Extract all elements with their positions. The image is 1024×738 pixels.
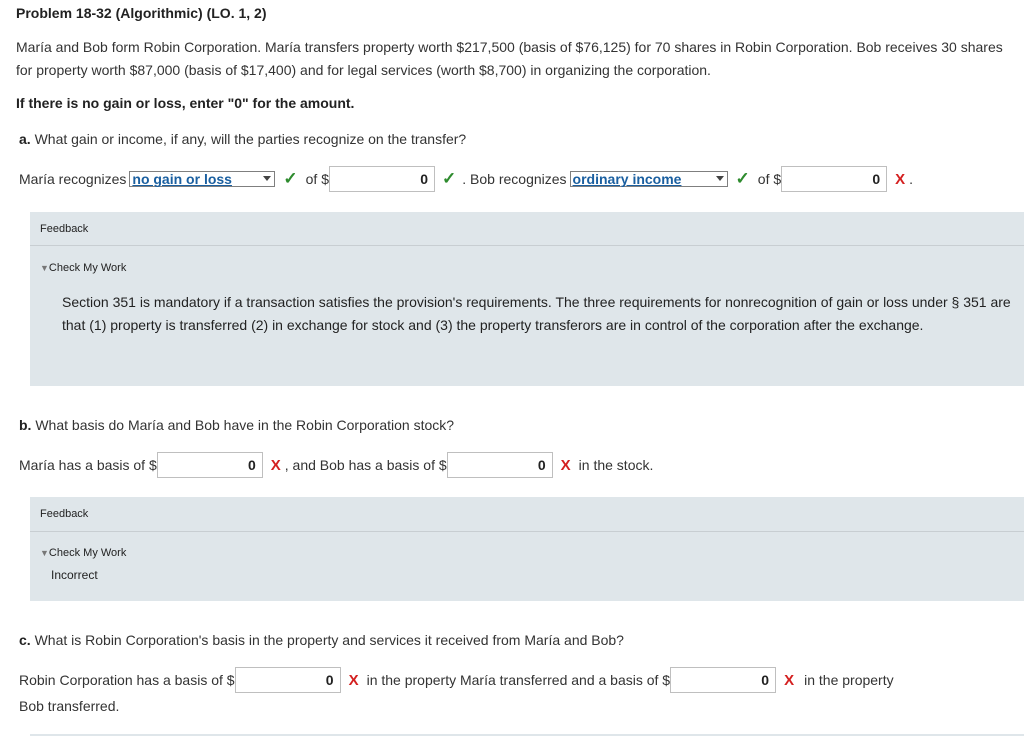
bob-transferred-text: Bob transferred. — [19, 698, 120, 714]
question-c: c. What is Robin Corporation's basis in … — [19, 632, 624, 648]
bob-basis-input[interactable]: 0 — [446, 452, 553, 478]
feedback-text: Section 351 is mandatory if a transactio… — [62, 294, 1011, 333]
question-a-text: What gain or income, if any, will the pa… — [34, 131, 467, 147]
answer-row-b: María has a basis of $ 0 X , and Bob has… — [19, 452, 653, 478]
triangle-down-icon: ▼ — [40, 263, 49, 273]
maria-property-basis-input[interactable]: 0 — [234, 667, 341, 693]
question-b-letter: b. — [19, 417, 32, 433]
problem-intro: María and Bob form Robin Corporation. Ma… — [16, 39, 1003, 78]
incorrect-status: Incorrect — [51, 568, 98, 582]
question-c-letter: c. — [19, 632, 31, 648]
question-a: a. What gain or income, if any, will the… — [19, 131, 466, 147]
question-b-text: What basis do María and Bob have in the … — [35, 417, 455, 433]
question-c-text: What is Robin Corporation's basis in the… — [34, 632, 624, 648]
feedback-label: Feedback — [40, 508, 89, 520]
bob-select-value: ordinary income — [572, 171, 682, 187]
maria-basis-input[interactable]: 0 — [156, 452, 263, 478]
of-label: of $ — [757, 171, 782, 187]
chevron-down-icon — [715, 176, 724, 181]
maria-gain-input[interactable]: 0 — [329, 166, 435, 192]
in-the-stock-label: in the stock. — [578, 457, 654, 473]
feedback-panel-b: Feedback ▼Check My Work Incorrect — [30, 497, 1024, 601]
check-my-work-toggle[interactable]: ▼Check My Work — [40, 547, 126, 559]
check-my-work-toggle[interactable]: ▼Check My Work — [40, 262, 126, 274]
instruction-note: If there is no gain or loss, enter "0" f… — [16, 95, 355, 111]
maria-property-label: in the property María transferred and a … — [366, 672, 671, 688]
x-icon: X — [895, 170, 906, 188]
x-icon: X — [560, 456, 571, 474]
problem-title: Problem 18-32 (Algorithmic) (LO. 1, 2) — [16, 5, 267, 21]
x-icon: X — [270, 456, 281, 474]
trailing-period: . — [909, 171, 914, 187]
feedback-label: Feedback — [40, 223, 89, 235]
check-my-work-label: Check My Work — [48, 547, 127, 559]
bob-income-input[interactable]: 0 — [781, 166, 888, 192]
feedback-divider — [30, 245, 1024, 246]
bottom-divider — [30, 734, 1024, 736]
check-icon: ✓ — [735, 169, 750, 188]
answer-row-c: Robin Corporation has a basis of $ 0 X i… — [19, 667, 894, 693]
triangle-down-icon: ▼ — [40, 548, 49, 558]
x-icon: X — [784, 671, 795, 689]
check-icon: ✓ — [283, 169, 298, 188]
in-the-property-label: in the property — [804, 672, 894, 688]
bob-property-basis-input[interactable]: 0 — [670, 667, 777, 693]
maria-recognizes-label: María recognizes — [19, 171, 127, 187]
maria-recognizes-select[interactable]: no gain or loss — [129, 171, 276, 187]
maria-select-value: no gain or loss — [132, 171, 232, 187]
feedback-panel-a: Feedback ▼Check My Work Section 351 is m… — [30, 212, 1024, 386]
maria-basis-label: María has a basis of $ — [19, 457, 157, 473]
feedback-divider — [30, 531, 1024, 532]
of-label: of $ — [305, 171, 329, 187]
check-icon: ✓ — [442, 169, 457, 188]
check-my-work-label: Check My Work — [48, 262, 127, 274]
chevron-down-icon — [263, 176, 272, 181]
answer-row-a: María recognizes no gain or loss ✓ of $ … — [19, 166, 913, 192]
x-icon: X — [348, 671, 359, 689]
bob-recognizes-label: . Bob recognizes — [462, 171, 567, 187]
bob-recognizes-select[interactable]: ordinary income — [569, 171, 728, 187]
bob-basis-label: , and Bob has a basis of $ — [284, 457, 447, 473]
question-b: b. What basis do María and Bob have in t… — [19, 417, 454, 433]
robin-basis-label: Robin Corporation has a basis of $ — [19, 672, 235, 688]
question-a-letter: a. — [19, 131, 31, 147]
